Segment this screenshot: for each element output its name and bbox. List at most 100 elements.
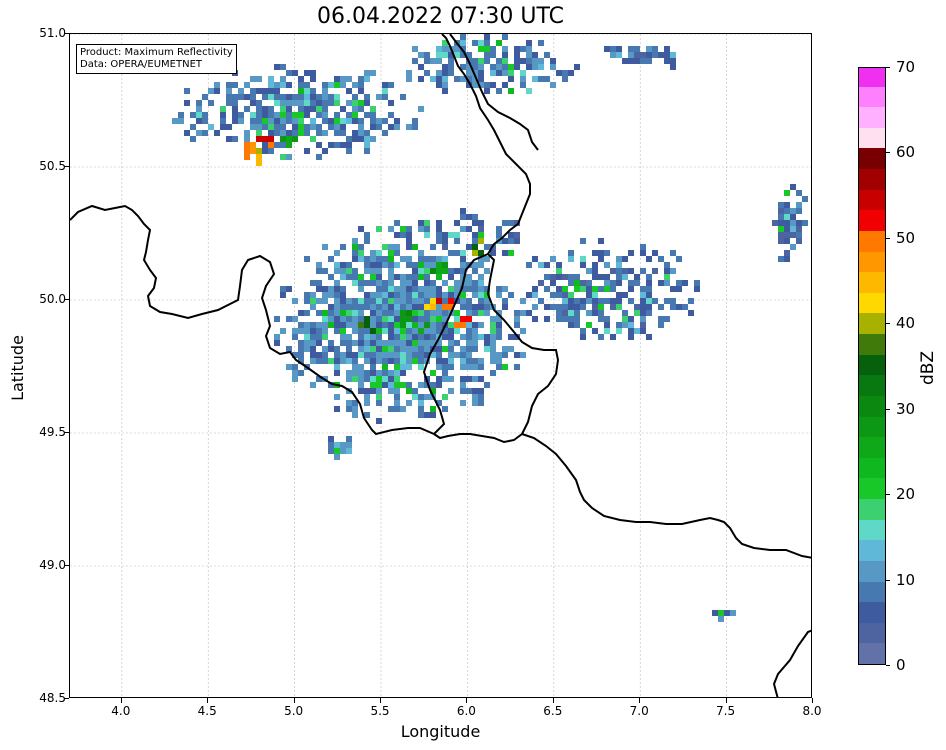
echo-pixel: [220, 106, 226, 112]
echo-pixel: [364, 412, 370, 418]
echo-pixel: [562, 316, 568, 322]
echo-pixel: [550, 274, 556, 280]
echo-pixel: [406, 262, 412, 268]
echo-pixel: [370, 250, 376, 256]
echo-pixel: [460, 346, 466, 352]
echo-pixel: [526, 292, 532, 298]
echo-pixel: [448, 364, 454, 370]
echo-pixel: [478, 304, 484, 310]
echo-pixel: [556, 262, 562, 268]
echo-pixel: [778, 256, 784, 262]
echo-pixel: [352, 100, 358, 106]
echo-pixel: [646, 304, 652, 310]
echo-pixel: [430, 262, 436, 268]
colorbar-segment: [859, 168, 885, 190]
echo-cell-pixel: [460, 316, 466, 322]
echo-pixel: [436, 346, 442, 352]
echo-pixel: [442, 232, 448, 238]
echo-pixel: [340, 268, 346, 274]
echo-pixel: [382, 310, 388, 316]
echo-pixel: [298, 130, 304, 136]
colorbar-tick-mark: [886, 67, 890, 68]
echo-pixel: [478, 58, 484, 64]
echo-pixel: [214, 82, 220, 88]
echo-pixel: [310, 304, 316, 310]
echo-pixel: [418, 286, 424, 292]
echo-pixel: [328, 358, 334, 364]
echo-pixel: [280, 112, 286, 118]
echo-pixel: [298, 322, 304, 328]
echo-pixel: [340, 310, 346, 316]
echo-pixel: [454, 310, 460, 316]
echo-pixel: [622, 256, 628, 262]
echo-pixel: [478, 364, 484, 370]
echo-pixel: [472, 286, 478, 292]
border-ch: [772, 629, 811, 697]
echo-pixel: [340, 274, 346, 280]
echo-pixel: [334, 280, 340, 286]
echo-cell-pixel: [250, 148, 256, 154]
echo-pixel: [358, 82, 364, 88]
echo-pixel: [310, 292, 316, 298]
echo-pixel: [250, 76, 256, 82]
echo-pixel: [568, 280, 574, 286]
echo-pixel: [358, 250, 364, 256]
echo-pixel: [418, 394, 424, 400]
echo-pixel: [586, 280, 592, 286]
echo-pixel: [280, 124, 286, 130]
echo-pixel: [472, 400, 478, 406]
echo-pixel: [334, 82, 340, 88]
echo-pixel: [646, 310, 652, 316]
echo-pixel: [322, 106, 328, 112]
echo-pixel: [394, 244, 400, 250]
echo-pixel: [352, 406, 358, 412]
echo-pixel: [370, 310, 376, 316]
echo-pixel: [346, 142, 352, 148]
echo-pixel: [412, 394, 418, 400]
echo-pixel: [466, 364, 472, 370]
echo-pixel: [652, 52, 658, 58]
echo-cell-pixel: [346, 448, 352, 454]
echo-pixel: [484, 340, 490, 346]
echo-pixel: [424, 268, 430, 274]
echo-pixel: [334, 298, 340, 304]
echo-pixel: [364, 358, 370, 364]
echo-pixel: [346, 322, 352, 328]
echo-pixel: [592, 268, 598, 274]
echo-pixel: [334, 130, 340, 136]
echo-pixel: [484, 244, 490, 250]
echo-pixel: [382, 382, 388, 388]
echo-pixel: [352, 280, 358, 286]
echo-pixel: [598, 238, 604, 244]
x-tick-mark: [293, 698, 295, 703]
echo-pixel: [604, 298, 610, 304]
echo-pixel: [328, 448, 334, 454]
echo-pixel: [226, 94, 232, 100]
echo-pixel: [460, 262, 466, 268]
echo-pixel: [364, 400, 370, 406]
echo-pixel: [634, 304, 640, 310]
echo-pixel: [256, 118, 262, 124]
echo-pixel: [604, 280, 610, 286]
echo-pixel: [268, 88, 274, 94]
echo-pixel: [334, 346, 340, 352]
echo-pixel: [406, 274, 412, 280]
echo-pixel: [388, 382, 394, 388]
echo-pixel: [436, 376, 442, 382]
echo-pixel: [442, 70, 448, 76]
echo-pixel: [340, 334, 346, 340]
echo-pixel: [670, 58, 676, 64]
echo-pixel: [478, 376, 484, 382]
echo-pixel: [304, 148, 310, 154]
colorbar-segment: [859, 68, 885, 87]
echo-pixel: [334, 406, 340, 412]
echo-pixel: [226, 136, 232, 142]
y-tick-mark: [64, 33, 69, 34]
echo-pixel: [550, 292, 556, 298]
map-plot-area[interactable]: [69, 33, 812, 698]
echo-pixel: [310, 136, 316, 142]
echo-pixel: [376, 388, 382, 394]
echo-pixel: [568, 256, 574, 262]
echo-pixel: [352, 370, 358, 376]
echo-pixel: [370, 280, 376, 286]
